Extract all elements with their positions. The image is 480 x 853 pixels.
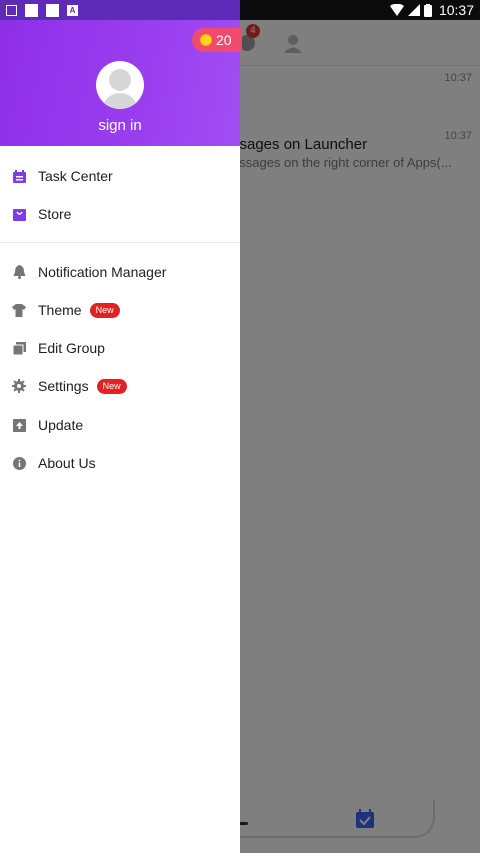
menu-item-store[interactable]: Store (0, 195, 240, 233)
menu-item-label: Task Center (38, 168, 113, 184)
battery-icon (423, 3, 432, 17)
gear-icon (12, 379, 26, 393)
drawer-scrim[interactable] (240, 0, 480, 853)
image-notification-icon (6, 4, 17, 16)
coin-icon (200, 34, 212, 46)
coin-count: 20 (216, 32, 232, 48)
menu-item-theme[interactable]: Theme New (0, 291, 240, 329)
app-notification-icon: A (67, 4, 78, 16)
coin-balance[interactable]: 20 (192, 28, 242, 52)
menu-divider (0, 242, 240, 243)
menu-item-edit-group[interactable]: Edit Group (0, 329, 240, 367)
square-notification-icon (46, 3, 59, 17)
bell-icon (12, 265, 26, 279)
menu-item-label: About Us (38, 455, 96, 471)
menu-item-task-center[interactable]: Task Center (0, 157, 240, 195)
navigation-drawer: 20 sign in Task Center Store Notificatio… (0, 0, 242, 853)
new-badge: New (89, 302, 120, 318)
menu-item-about-us[interactable]: About Us (0, 444, 240, 482)
menu-item-settings[interactable]: Settings New (0, 367, 240, 405)
calendar-icon (12, 169, 26, 183)
status-time: 10:37 (438, 2, 474, 18)
avatar[interactable] (96, 61, 144, 109)
square-notification-icon (25, 3, 38, 17)
menu-item-label: Update (38, 417, 84, 433)
upload-icon (12, 418, 26, 432)
menu-item-label: Notification Manager (38, 264, 167, 280)
signal-icon (407, 4, 420, 16)
stack-icon (12, 341, 26, 355)
menu-item-label: Settings (38, 378, 89, 394)
menu-item-notification-manager[interactable]: Notification Manager (0, 253, 240, 291)
info-icon (12, 456, 26, 470)
status-bar: A 10:37 (0, 0, 480, 20)
new-badge: New (96, 378, 127, 394)
menu-item-label: Edit Group (38, 340, 105, 356)
menu-item-label: Store (38, 206, 72, 222)
wifi-icon (389, 4, 404, 16)
tshirt-icon (12, 303, 26, 317)
menu-item-label: Theme (38, 302, 82, 318)
menu-item-update[interactable]: Update (0, 406, 240, 444)
sign-in-link[interactable]: sign in (0, 117, 240, 134)
bag-icon (12, 207, 26, 221)
